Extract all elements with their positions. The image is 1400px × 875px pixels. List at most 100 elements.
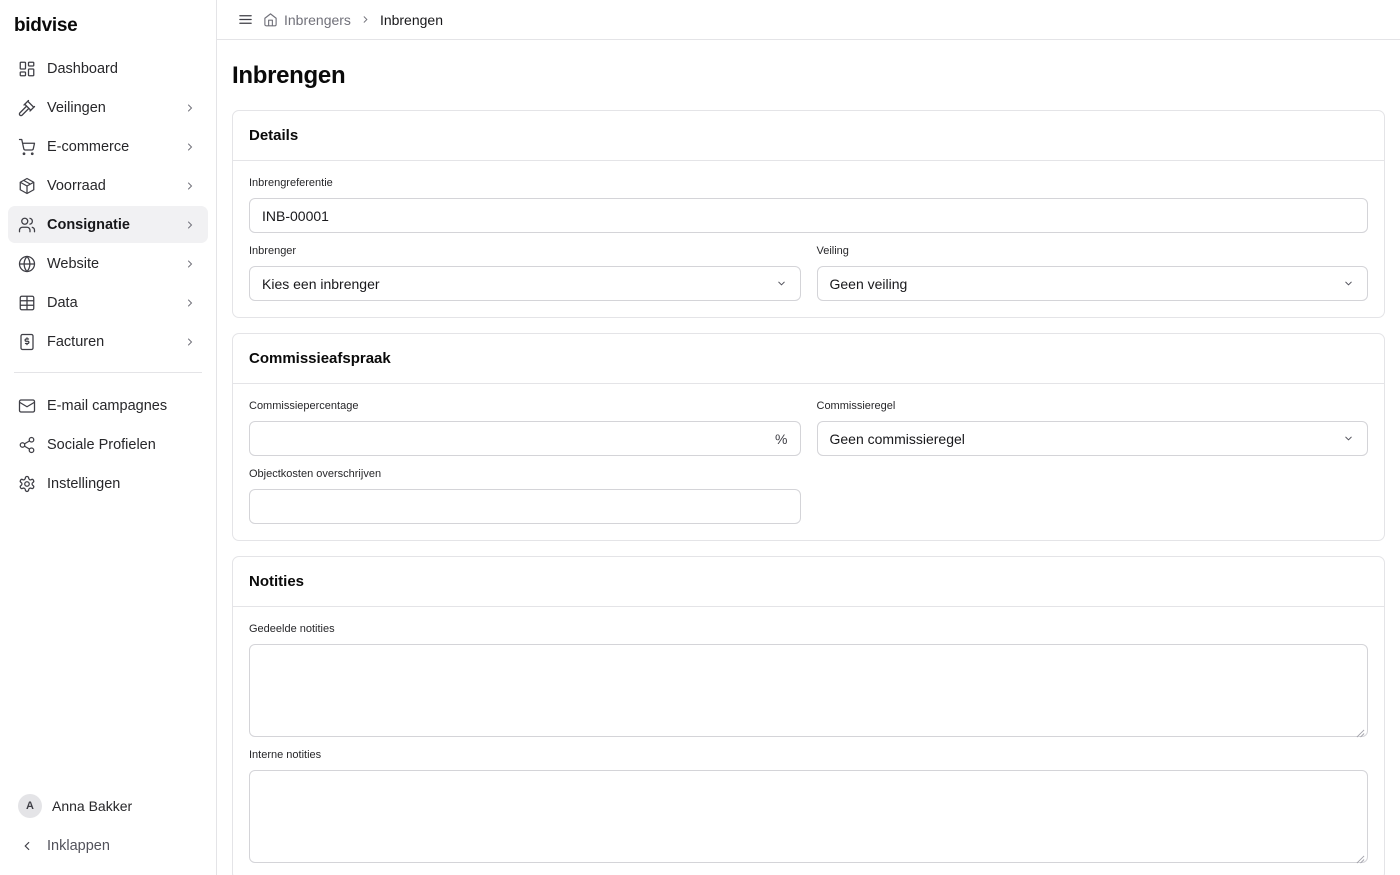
globe-icon — [18, 255, 36, 273]
card-body: Gedeelde notities Interne notities — [233, 607, 1384, 875]
details-card: Details Inbrengreferentie INB-00001 Inbr… — [232, 110, 1385, 318]
share-icon — [18, 436, 36, 454]
card-title: Details — [233, 111, 1384, 161]
resize-handle-icon[interactable] — [1356, 725, 1365, 738]
field-label: Commissieregel — [816, 400, 896, 412]
sidebar-item-label: Dashboard — [47, 60, 118, 77]
package-icon — [18, 177, 36, 195]
field-label: Inbrengreferentie — [249, 177, 333, 189]
field-label: Inbrenger — [249, 245, 297, 257]
menu-icon[interactable] — [236, 11, 254, 29]
internal-notes-field: Interne notities — [249, 749, 1368, 864]
sidebar-item-facturen[interactable]: Facturen — [8, 323, 208, 360]
collapse-label: Inklappen — [47, 838, 110, 854]
shared-notes-textarea[interactable] — [249, 644, 1368, 738]
chevron-down-icon — [776, 278, 788, 290]
commission-card: Commissieafspraak Commissiepercentage % … — [232, 333, 1385, 541]
chevron-right-icon — [360, 14, 371, 25]
chevron-right-icon — [184, 140, 198, 154]
avatar: A — [18, 794, 42, 818]
chevron-right-icon — [184, 218, 198, 232]
auction-select[interactable]: Geen veiling — [816, 266, 1368, 301]
sidebar-item-label: Veilingen — [47, 99, 106, 116]
field-label: Objectkosten overschrijven — [249, 468, 382, 480]
user-menu[interactable]: A Anna Bakker — [8, 789, 208, 823]
shared-notes-field: Gedeelde notities — [249, 623, 1368, 738]
sidebar-item-voorraad[interactable]: Voorraad — [8, 167, 208, 204]
page-title: Inbrengen — [232, 62, 346, 89]
page-content: Inbrengen Details Inbrengreferentie INB-… — [217, 62, 1400, 875]
chevron-down-icon — [1343, 433, 1355, 445]
field-label: Veiling — [816, 245, 849, 257]
sidebar-item-veilingen[interactable]: Veilingen — [8, 89, 208, 126]
cart-icon — [18, 138, 36, 156]
chevron-right-icon — [184, 335, 198, 349]
select-value: Kies een inbrenger — [262, 275, 380, 292]
home-icon[interactable] — [263, 12, 279, 28]
sidebar-item-label: Website — [47, 255, 100, 272]
user-name: Anna Bakker — [52, 798, 133, 814]
dashboard-icon — [18, 60, 36, 78]
sidebar-item-label: Facturen — [47, 333, 105, 350]
field-label: Interne notities — [249, 749, 322, 761]
sidebar-item-data[interactable]: Data — [8, 284, 208, 321]
notes-card: Notities Gedeelde notities Interne notit… — [232, 556, 1385, 875]
card-title: Commissieafspraak — [233, 334, 1384, 384]
object-costs-field: Objectkosten overschrijven — [249, 468, 801, 524]
sidebar-item-label: Sociale Profielen — [47, 436, 156, 453]
sidebar-item-label: E-mail campagnes — [47, 397, 168, 414]
sidebar-item-dashboard[interactable]: Dashboard — [8, 50, 208, 87]
chevron-left-icon — [18, 837, 36, 855]
breadcrumb-current: Inbrengen — [379, 11, 443, 28]
chevron-right-icon — [184, 257, 198, 271]
field-label: Gedeelde notities — [249, 623, 335, 635]
form-row: Inbrenger Kies een inbrenger Veiling Gee… — [249, 245, 1368, 301]
resize-handle-icon[interactable] — [1356, 851, 1365, 864]
select-value: Geen commissieregel — [829, 430, 965, 447]
sidebar-item-label: Voorraad — [47, 177, 106, 194]
consignor-field: Inbrenger Kies een inbrenger — [249, 245, 801, 301]
sidebar-item-label: Data — [47, 294, 78, 311]
reference-input[interactable]: INB-00001 — [249, 198, 1368, 233]
sidebar-nav: Dashboard Veilingen E-commerce Voorraad … — [0, 50, 216, 504]
sidebar-item-website[interactable]: Website — [8, 245, 208, 282]
gavel-icon — [18, 99, 36, 117]
commission-percentage-field: Commissiepercentage % — [249, 400, 801, 456]
sidebar-footer: A Anna Bakker Inklappen — [0, 789, 216, 875]
commission-rule-select[interactable]: Geen commissieregel — [816, 421, 1368, 456]
sidebar-item-label: Consignatie — [47, 216, 130, 233]
sidebar-item-e-commerce[interactable]: E-commerce — [8, 128, 208, 165]
form-row: Commissiepercentage % Commissieregel Gee… — [249, 400, 1368, 456]
chevron-right-icon — [184, 296, 198, 310]
table-icon — [18, 294, 36, 312]
sidebar-item-consignatie[interactable]: Consignatie — [8, 206, 208, 243]
logo[interactable]: bidvise — [0, 0, 216, 50]
card-title: Notities — [233, 557, 1384, 607]
topbar: Inbrengers Inbrengen — [217, 0, 1400, 40]
auction-field: Veiling Geen veiling — [816, 245, 1368, 301]
sidebar: bidvise Dashboard Veilingen E-commerce V… — [0, 0, 217, 875]
card-body: Commissiepercentage % Commissieregel Gee… — [233, 384, 1384, 540]
chevron-right-icon — [184, 179, 198, 193]
sidebar-item-email-campagnes[interactable]: E-mail campagnes — [8, 387, 208, 424]
collapse-sidebar-button[interactable]: Inklappen — [8, 829, 208, 863]
reference-field: Inbrengreferentie INB-00001 — [249, 177, 1368, 233]
object-costs-input[interactable] — [249, 489, 801, 524]
field-label: Commissiepercentage — [249, 400, 359, 412]
sidebar-item-sociale-profielen[interactable]: Sociale Profielen — [8, 426, 208, 463]
consignor-select[interactable]: Kies een inbrenger — [249, 266, 801, 301]
main-content: Inbrengers Inbrengen Inbrengen Details I… — [217, 0, 1400, 875]
gear-icon — [18, 475, 36, 493]
mail-icon — [18, 397, 36, 415]
sidebar-item-label: Instellingen — [47, 475, 121, 492]
commission-rule-field: Commissieregel Geen commissieregel — [816, 400, 1368, 456]
internal-notes-textarea[interactable] — [249, 770, 1368, 864]
sidebar-divider — [14, 372, 202, 373]
chevron-right-icon — [184, 101, 198, 115]
card-body: Inbrengreferentie INB-00001 Inbrenger Ki… — [233, 161, 1384, 317]
sidebar-item-instellingen[interactable]: Instellingen — [8, 465, 208, 502]
users-icon — [18, 216, 36, 234]
select-value: Geen veiling — [829, 275, 908, 292]
breadcrumb-inbrengers[interactable]: Inbrengers — [284, 12, 351, 28]
commission-percentage-input[interactable]: % — [249, 421, 801, 456]
